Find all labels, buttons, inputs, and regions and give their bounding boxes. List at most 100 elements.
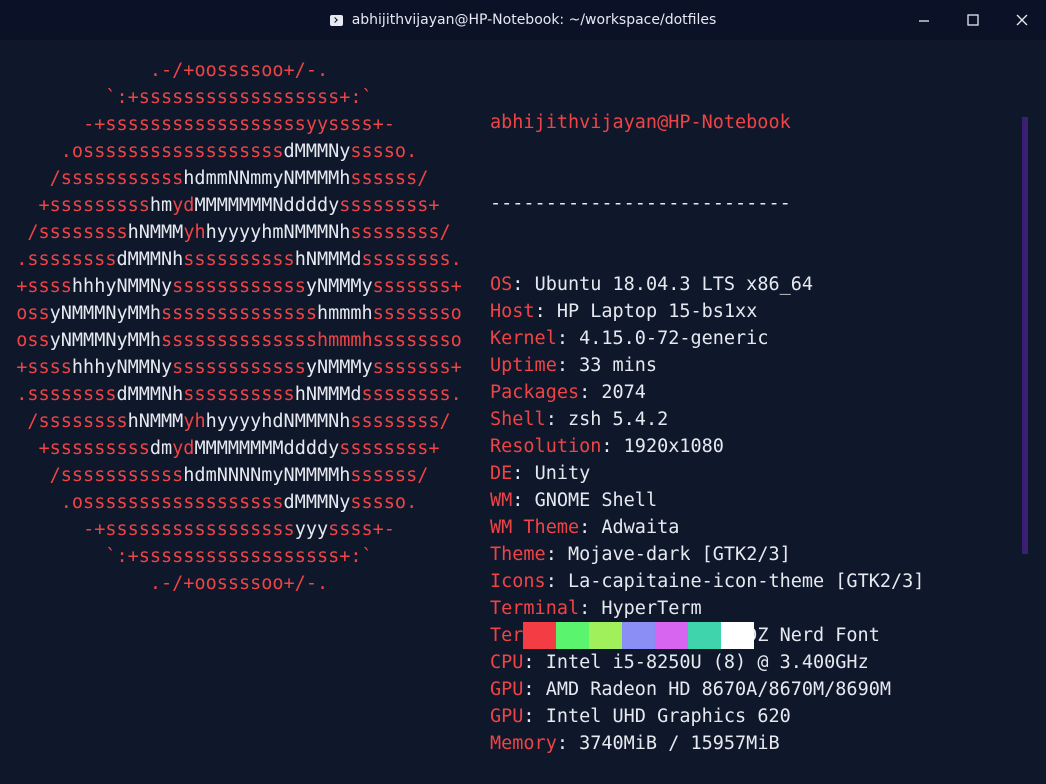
- ascii-segment: yNMMMNyMMh: [49, 330, 162, 351]
- title-wrap: abhijithvijayan@HP-Notebook: ~/workspace…: [0, 0, 1046, 40]
- ascii-segment: ssssssssssssss: [161, 303, 317, 324]
- info-row: Kernel: 4.15.0-72-generic: [490, 325, 1030, 352]
- info-value: 33 mins: [579, 355, 658, 376]
- user-host-header: abhijithvijayan@HP-Notebook: [490, 112, 791, 133]
- info-value: AMD Radeon HD 8670A/8670M/8690M: [545, 679, 891, 700]
- ascii-line: .-/+oossssoo+/-.: [0, 570, 478, 597]
- ascii-segment: hhhyNMMNy: [71, 357, 173, 378]
- info-rows: OS: Ubuntu 18.04.3 LTS x86_64 Host: HP La…: [490, 271, 1030, 757]
- ascii-segment: yh: [183, 222, 206, 243]
- info-value: La-capitaine-icon-theme [GTK2/3]: [567, 571, 925, 592]
- info-key: Kernel: [490, 328, 557, 349]
- maximize-button[interactable]: [953, 0, 993, 40]
- color-swatch: [688, 622, 721, 649]
- ascii-segment: hNMMMd: [294, 384, 362, 405]
- ascii-segment: ssssssss.: [361, 384, 462, 405]
- info-colon: :: [534, 301, 557, 322]
- info-row: OS: Ubuntu 18.04.3 LTS x86_64: [490, 271, 1030, 298]
- ascii-segment: -+ssssssssssssssssssyyssss+-: [83, 114, 395, 135]
- info-value: Intel UHD Graphics 620: [545, 706, 791, 727]
- info-colon: :: [601, 436, 624, 457]
- ascii-line: ossyNMMMNyMMhsssssssssssssshmmmhssssssso: [0, 327, 478, 354]
- info-row: DE: Unity: [490, 460, 1030, 487]
- info-colon: :: [579, 382, 602, 403]
- ascii-segment: hm: [149, 195, 173, 216]
- minimize-button[interactable]: [904, 0, 944, 40]
- info-key: Shell: [490, 409, 546, 430]
- ascii-segment: ssssssssssss: [172, 276, 306, 297]
- info-value: Mojave-dark [GTK2/3]: [567, 544, 791, 565]
- ascii-segment: .ossssssssssssssssss: [60, 492, 284, 513]
- ascii-segment: .-/+oossssoo+/-.: [149, 573, 329, 594]
- info-colon: :: [523, 652, 546, 673]
- ascii-segment: ssssssss/: [350, 222, 451, 243]
- info-row: CPU: Intel i5-8250U (8) @ 3.400GHz: [490, 649, 1030, 676]
- info-colon: :: [512, 274, 535, 295]
- ascii-segment: ssssssss.: [361, 249, 462, 270]
- info-key: OS: [490, 274, 513, 295]
- ascii-segment: yh: [183, 411, 206, 432]
- info-row: Packages: 2074: [490, 379, 1030, 406]
- ascii-line: .ssssssssdMMMNhsssssssssshNMMMdssssssss.: [0, 381, 478, 408]
- info-key: CPU: [490, 652, 524, 673]
- color-swatch: [589, 622, 622, 649]
- ascii-segment: +sssssssss: [38, 438, 150, 459]
- info-key: WM: [490, 490, 513, 511]
- info-row: Shell: zsh 5.4.2: [490, 406, 1030, 433]
- ascii-line: +sssshhhyNMMNyssssssssssssyNMMMysssssss+: [0, 273, 478, 300]
- ascii-line: /ssssssssssshdmNNNNmyNMMMMhssssss/: [0, 462, 478, 489]
- info-colon: :: [579, 598, 602, 619]
- scrollbar[interactable]: [1022, 117, 1028, 554]
- info-row: Uptime: 33 mins: [490, 352, 1030, 379]
- info-colon: :: [556, 355, 580, 376]
- ascii-segment: .-/+oossssoo+/-.: [149, 60, 329, 81]
- ascii-segment: yd: [172, 438, 195, 459]
- window-title: abhijithvijayan@HP-Notebook: ~/workspace…: [351, 12, 717, 28]
- ascii-segment: -+sssssssssssssssss: [83, 519, 295, 540]
- info-row: Host: HP Laptop 15-bs1xx: [490, 298, 1030, 325]
- close-button[interactable]: [1002, 0, 1042, 40]
- color-swatch: [655, 622, 688, 649]
- info-value: Ubuntu 18.04.3 LTS x86_64: [534, 274, 814, 295]
- info-row: Theme: Mojave-dark [GTK2/3]: [490, 541, 1030, 568]
- info-value: Unity: [534, 463, 591, 484]
- ascii-segment: ssssss/: [350, 465, 429, 486]
- info-row: Resolution: 1920x1080: [490, 433, 1030, 460]
- ascii-line: /ssssssssssshdmmNNmmyNMMMMhssssss/: [0, 165, 478, 192]
- info-key: WM Theme: [490, 517, 580, 538]
- ascii-segment: `:+ssssssssssssssssss+:`: [105, 546, 373, 567]
- title-bar: abhijithvijayan@HP-Notebook: ~/workspace…: [0, 0, 1046, 40]
- ascii-line: `:+ssssssssssssssssss+:`: [0, 84, 478, 111]
- ascii-line: .ossssssssssssssssssdMMMNysssso.: [0, 138, 478, 165]
- info-colon: :: [545, 409, 568, 430]
- close-icon: [1016, 14, 1028, 26]
- info-row: Icons: La-capitaine-icon-theme [GTK2/3]: [490, 568, 1030, 595]
- ascii-segment: sssso.: [350, 492, 418, 513]
- ascii-segment: oss: [16, 330, 50, 351]
- info-key: Resolution: [490, 436, 602, 457]
- ascii-segment: ssssss/: [350, 168, 429, 189]
- ascii-segment: hmmmh: [316, 303, 373, 324]
- ascii-line: -+ssssssssssssssssssyyssss+-: [0, 111, 478, 138]
- ascii-segment: yNMMMy: [305, 357, 373, 378]
- ascii-segment: sssso.: [350, 141, 418, 162]
- info-colon: :: [523, 679, 546, 700]
- ascii-segment: hyyyyhdNMMMNh: [205, 411, 351, 432]
- info-key: GPU: [490, 679, 524, 700]
- ascii-segment: ssssssso: [372, 303, 462, 324]
- ascii-segment: ssss+-: [328, 519, 395, 540]
- ubuntu-ascii-logo: .-/+oossssoo+/-. `:+ssssssssssssssssss+:`…: [0, 57, 478, 597]
- ascii-line: .-/+oossssoo+/-.: [0, 57, 478, 84]
- maximize-icon: [967, 14, 979, 26]
- info-value: Intel i5-8250U (8) @ 3.400GHz: [545, 652, 869, 673]
- ascii-segment: hhhyNMMNy: [71, 276, 173, 297]
- ascii-segment: ssssssss/: [350, 411, 451, 432]
- ascii-segment: dMMMNh: [116, 384, 184, 405]
- ascii-segment: +ssss: [16, 357, 72, 378]
- ascii-segment: dm: [149, 438, 173, 459]
- ascii-segment: yNMMMNyMMh: [49, 303, 162, 324]
- ascii-segment: yNMMMy: [305, 276, 373, 297]
- ascii-segment: /sssssssssss: [49, 465, 184, 486]
- info-value: 1920x1080: [623, 436, 724, 457]
- info-row: GPU: Intel UHD Graphics 620: [490, 703, 1030, 730]
